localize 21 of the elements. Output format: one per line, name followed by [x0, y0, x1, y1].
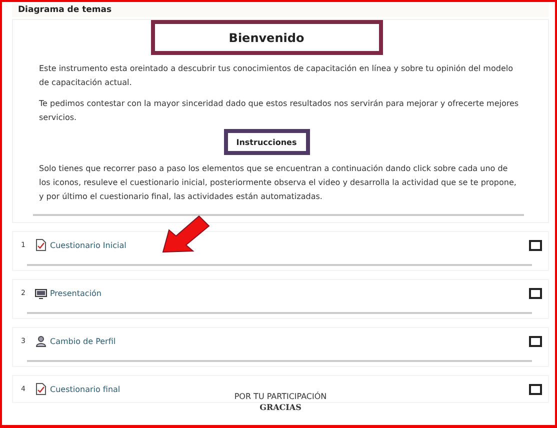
intro-paragraph: Este instrumento esta oreintado a descubrir tus conocimientos de capacitación en línea y sobre tu opinión del modelo de capacitación actual. — [39, 63, 514, 89]
presentation-icon — [35, 287, 47, 299]
completion-checkbox[interactable] — [529, 240, 542, 250]
completion-checkbox[interactable] — [529, 288, 542, 298]
checklist-document-icon — [35, 383, 47, 395]
footer-text: POR TU PARTICIPACIÓN — [234, 391, 327, 402]
pointer-arrow-icon — [161, 214, 211, 254]
thanks-text: GRACIAS — [260, 402, 302, 413]
profile-icon — [35, 335, 47, 347]
completion-checkbox[interactable] — [529, 336, 542, 346]
intro-paragraph: Te pedimos contestar con la mayor sinceridad dado que estos resultados nos servirán para mejorar y ofrecerte mejores servicios. — [39, 98, 520, 124]
topic-link[interactable]: Cuestionario final — [50, 384, 120, 394]
checklist-document-icon — [35, 239, 47, 251]
instructions-title: Instrucciones — [224, 129, 310, 155]
welcome-title: Bienvenido — [150, 20, 382, 55]
completion-checkbox[interactable] — [529, 384, 542, 394]
topic-link[interactable]: Presentación — [50, 288, 102, 298]
instructions-paragraph: Solo tienes que recorrer paso a paso los elementos que se encuentran a continuación dando click sobre cada uno de los iconos, resuleve el cuestionario inicial, posteriormente observa el video y desarrolla la actividad que se te propone, y por último el cuestionario final, las actividades están automatizadas. — [39, 163, 518, 203]
topic-link[interactable]: Cambio de Perfil — [50, 336, 116, 346]
section-title: Diagrama de temas — [18, 4, 112, 14]
topic-link[interactable]: Cuestionario Inicial — [50, 240, 126, 250]
